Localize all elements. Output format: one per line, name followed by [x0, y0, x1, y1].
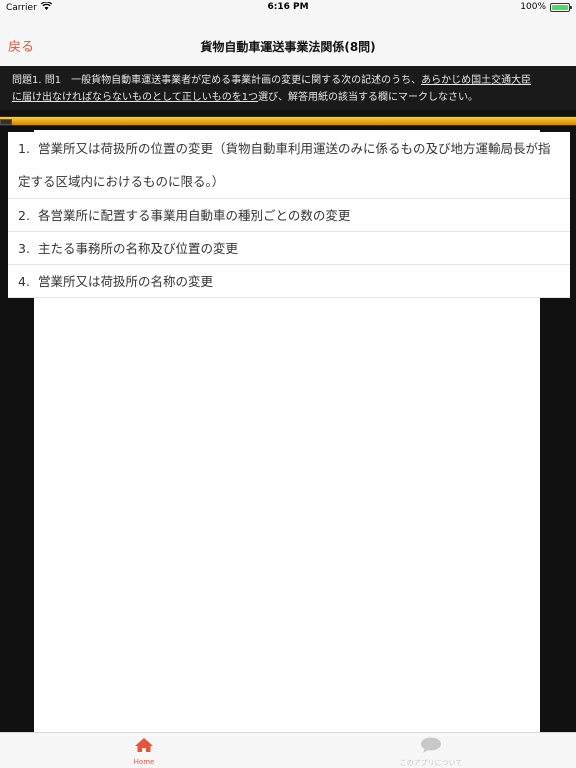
answer-number: 4.	[18, 274, 30, 289]
tab-bar: Home このアプリについて	[0, 732, 576, 768]
progress-bar	[0, 116, 576, 126]
tab-home-label: Home	[133, 758, 155, 766]
progress-handle	[0, 119, 12, 125]
tab-about[interactable]: このアプリについて	[371, 737, 491, 768]
home-icon	[134, 738, 154, 757]
answer-number: 3.	[18, 241, 30, 256]
answer-option-1[interactable]: 1. 営業所又は荷扱所の位置の変更（貨物自動車利用運送のみに係るもの及び地方運輸局…	[8, 132, 570, 199]
answer-text: 各営業所に配置する事業用自動車の種別ごとの数の変更	[37, 208, 351, 223]
navigation-bar: 戻る 貨物自動車運送事業法関係(8問)	[0, 16, 576, 66]
answer-option-4[interactable]: 4. 営業所又は荷扱所の名称の変更	[8, 265, 570, 298]
speech-bubble-icon	[420, 737, 442, 757]
battery-percent: 100%	[520, 2, 546, 12]
answer-text: 営業所又は荷扱所の位置の変更（貨物自動車利用運送のみに係るもの及び地方運輸局長が…	[18, 141, 551, 189]
progress-fill	[0, 117, 576, 125]
answer-number: 1.	[18, 141, 30, 156]
answer-text: 営業所又は荷扱所の名称の変更	[37, 274, 213, 289]
answer-option-3[interactable]: 3. 主たる事務所の名称及び位置の変更	[8, 232, 570, 265]
answer-list: 1. 営業所又は荷扱所の位置の変更（貨物自動車利用運送のみに係るもの及び地方運輸局…	[8, 132, 570, 298]
status-right: 100%	[520, 2, 572, 12]
page-title: 貨物自動車運送事業法関係(8問)	[200, 40, 376, 54]
answer-number: 2.	[18, 208, 30, 223]
answer-text: 主たる事務所の名称及び位置の変更	[37, 241, 238, 256]
answer-option-2[interactable]: 2. 各営業所に配置する事業用自動車の種別ごとの数の変更	[8, 199, 570, 232]
tab-home[interactable]: Home	[84, 737, 204, 766]
status-bar: Carrier 6:16 PM 100%	[0, 0, 576, 16]
status-time: 6:16 PM	[267, 2, 309, 12]
battery-icon	[550, 2, 572, 12]
tab-about-label: このアプリについて	[399, 759, 463, 767]
question-text: 問題1. 問1 一般貨物自動車運送事業者が定める事業計画の変更に関する次の記述の…	[0, 66, 576, 110]
question-suffix: 選び、解答用紙の該当する欄にマークしなさい。	[258, 92, 479, 103]
question-prefix: 問題1. 問1 一般貨物自動車運送事業者が定める事業計画の変更に関する次の記述の…	[12, 75, 422, 86]
question-underlined-1: あらかじめ国土交通大臣	[421, 75, 532, 86]
question-underlined-2: に届け出なければならないものとして正しいものを1つ	[12, 92, 259, 103]
